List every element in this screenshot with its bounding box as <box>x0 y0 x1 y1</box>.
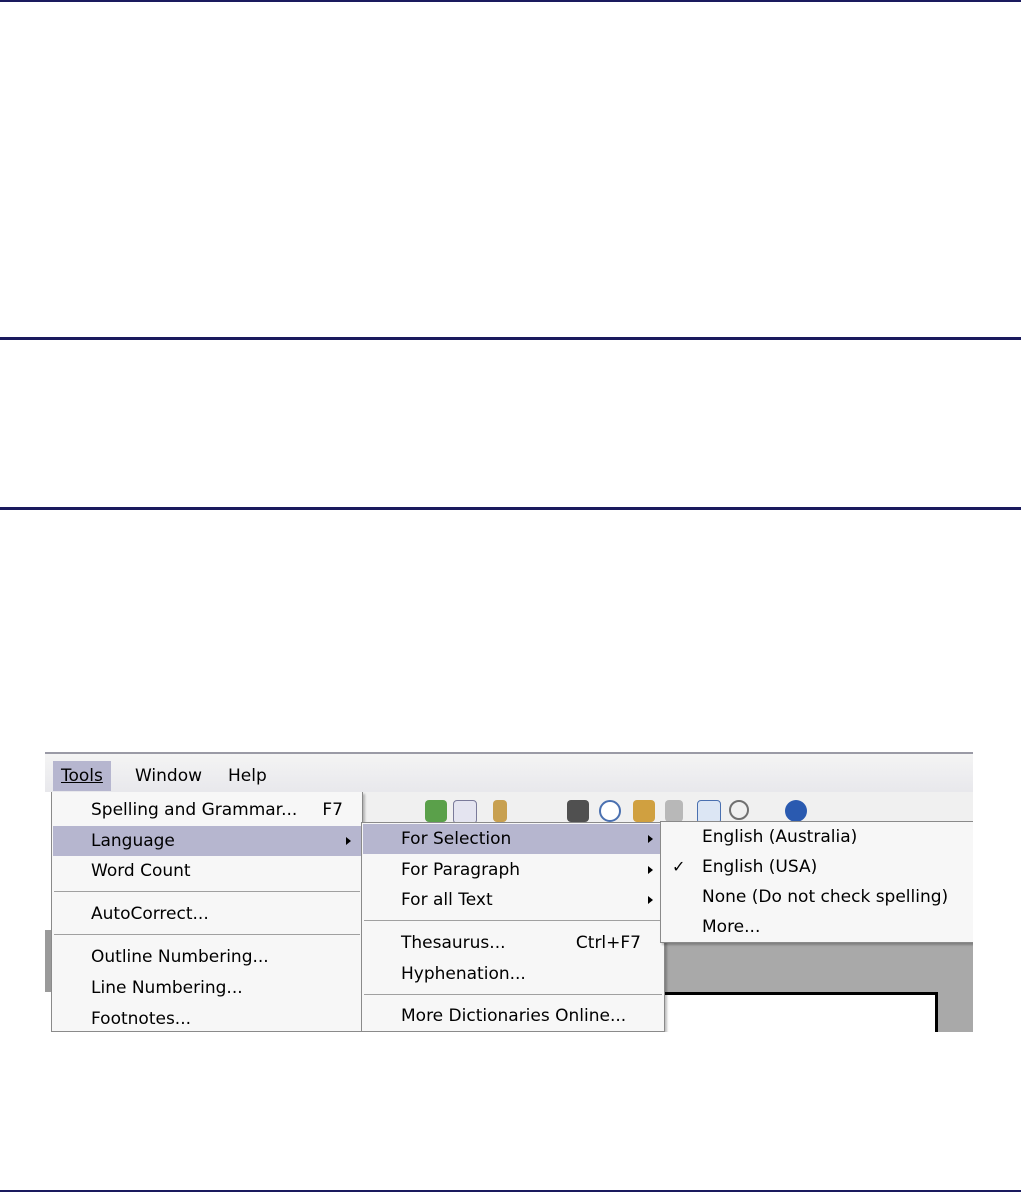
menu-item-outline-numbering[interactable]: Outline Numbering... <box>53 942 361 972</box>
menu-separator <box>54 934 360 935</box>
menu-item-hyphenation[interactable]: Hyphenation... <box>363 959 663 989</box>
styles-icon[interactable] <box>633 800 655 822</box>
datasource-icon[interactable] <box>665 800 683 822</box>
menu-screenshot: Tools Window Help Spelling and Grammar..… <box>45 752 973 1032</box>
menu-separator <box>54 891 360 892</box>
submenu-arrow-icon <box>648 835 653 843</box>
menu-item-more-dictionaries[interactable]: More Dictionaries Online... <box>363 1001 663 1031</box>
menu-item-autocorrect[interactable]: AutoCorrect... <box>53 899 361 929</box>
for-selection-submenu: English (Australia) ✓ English (USA) None… <box>660 821 973 943</box>
zoom-icon[interactable] <box>729 800 749 820</box>
navigator-icon[interactable] <box>599 800 621 822</box>
menu-separator <box>364 920 662 921</box>
submenu-arrow-icon <box>648 896 653 904</box>
submenu-arrow-icon <box>346 837 351 845</box>
menu-item-line-numbering[interactable]: Line Numbering... <box>53 973 361 1003</box>
menu-item-english-australia[interactable]: English (Australia) <box>662 822 972 852</box>
menu-help[interactable]: Help <box>220 761 275 791</box>
submenu-arrow-icon <box>648 866 653 874</box>
section-rule <box>0 507 1021 510</box>
gallery-icon[interactable] <box>425 800 447 822</box>
menu-item-none[interactable]: None (Do not check spelling) <box>662 882 972 912</box>
help-icon[interactable] <box>785 800 807 822</box>
menu-bar: Tools Window Help <box>45 752 973 792</box>
menu-item-for-selection[interactable]: For Selection <box>363 824 663 854</box>
language-submenu: For Selection For Paragraph For all Text… <box>361 822 665 1032</box>
menu-item-word-count[interactable]: Word Count <box>53 856 361 886</box>
tools-menu: Spelling and Grammar... F7 Language Word… <box>51 792 363 1032</box>
menu-item-language[interactable]: Language <box>53 826 361 856</box>
menu-item-thesaurus[interactable]: Thesaurus... Ctrl+F7 <box>363 928 663 958</box>
menu-item-for-paragraph[interactable]: For Paragraph <box>363 855 663 885</box>
table-icon[interactable] <box>453 800 477 824</box>
menu-item-footnotes[interactable]: Footnotes... <box>53 1004 361 1032</box>
menu-item-more[interactable]: More... <box>662 912 972 942</box>
menu-item-for-all-text[interactable]: For all Text <box>363 885 663 915</box>
menu-separator <box>364 994 662 995</box>
menu-window[interactable]: Window <box>127 761 210 791</box>
menu-item-spelling-and-grammar[interactable]: Spelling and Grammar... F7 <box>53 795 361 825</box>
draw-icon[interactable] <box>493 800 507 822</box>
section-rule <box>0 337 1021 340</box>
document-page <box>655 992 938 1032</box>
menu-tools[interactable]: Tools <box>53 761 111 791</box>
top-rule <box>0 0 1021 2</box>
checkmark-icon: ✓ <box>672 857 686 876</box>
find-icon[interactable] <box>567 800 589 822</box>
menu-item-english-usa[interactable]: ✓ English (USA) <box>662 852 972 882</box>
